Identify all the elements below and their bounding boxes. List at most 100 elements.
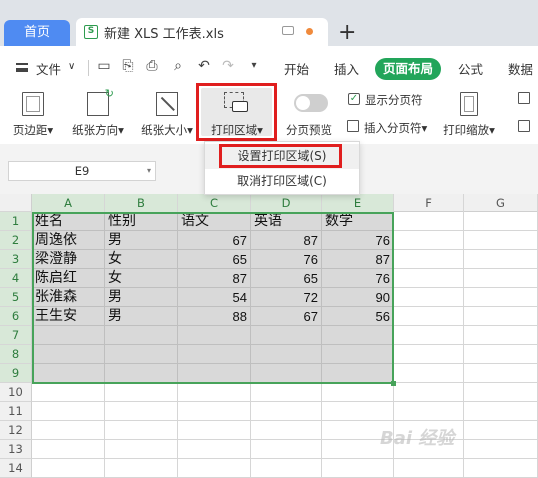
- select-all-corner[interactable]: [0, 194, 32, 212]
- cell-c3[interactable]: 65: [178, 250, 251, 269]
- cell-a5[interactable]: 张淮森: [32, 288, 105, 307]
- row-header-11[interactable]: 11: [0, 402, 32, 421]
- cell-b6[interactable]: 男: [105, 307, 178, 326]
- cell-d8[interactable]: [251, 345, 322, 364]
- cell-c9[interactable]: [178, 364, 251, 383]
- cell-e9[interactable]: [322, 364, 394, 383]
- cell-c7[interactable]: [178, 326, 251, 345]
- cell-c11[interactable]: [178, 402, 251, 421]
- tab-document[interactable]: S 新建 XLS 工作表.xls: [76, 18, 328, 46]
- cell-d6[interactable]: 67: [251, 307, 322, 326]
- cell-b12[interactable]: [105, 421, 178, 440]
- cell-e1[interactable]: 数学: [322, 212, 394, 231]
- cell-e6[interactable]: 56: [322, 307, 394, 326]
- cell-g7[interactable]: [464, 326, 538, 345]
- cell-f8[interactable]: [394, 345, 464, 364]
- chevron-down-icon[interactable]: ∨: [68, 61, 75, 72]
- cell-f6[interactable]: [394, 307, 464, 326]
- cell-g9[interactable]: [464, 364, 538, 383]
- cell-d5[interactable]: 72: [251, 288, 322, 307]
- print-scale-button[interactable]: 打印缩放▾: [442, 92, 496, 138]
- save-icon[interactable]: ▭: [96, 58, 112, 74]
- cell-a8[interactable]: [32, 345, 105, 364]
- more-icon[interactable]: ▾: [246, 58, 262, 74]
- cell-b7[interactable]: [105, 326, 178, 345]
- cell-d7[interactable]: [251, 326, 322, 345]
- page-break-preview-label[interactable]: 分页预览: [286, 122, 332, 138]
- cell-g2[interactable]: [464, 231, 538, 250]
- chevron-down-icon[interactable]: ▾: [147, 162, 151, 180]
- cell-a6[interactable]: 王生安: [32, 307, 105, 326]
- row-header-2[interactable]: 2: [0, 231, 32, 250]
- name-box[interactable]: E9 ▾: [8, 161, 156, 181]
- cell-c1[interactable]: 语文: [178, 212, 251, 231]
- cell-e10[interactable]: [322, 383, 394, 402]
- cell-e4[interactable]: 76: [322, 269, 394, 288]
- cell-e11[interactable]: [322, 402, 394, 421]
- orientation-button[interactable]: 纸张方向▾: [68, 87, 128, 138]
- cell-a4[interactable]: 陈启红: [32, 269, 105, 288]
- cell-b2[interactable]: 男: [105, 231, 178, 250]
- cell-a14[interactable]: [32, 459, 105, 478]
- paper-size-button[interactable]: 纸张大小▾: [137, 92, 197, 138]
- cancel-print-area-item[interactable]: 取消打印区域(C): [205, 169, 359, 194]
- cell-c13[interactable]: [178, 440, 251, 459]
- cell-d12[interactable]: [251, 421, 322, 440]
- cell-b11[interactable]: [105, 402, 178, 421]
- cell-g14[interactable]: [464, 459, 538, 478]
- cell-c6[interactable]: 88: [178, 307, 251, 326]
- cell-g8[interactable]: [464, 345, 538, 364]
- cell-b3[interactable]: 女: [105, 250, 178, 269]
- margins-button[interactable]: 页边距▾: [10, 92, 56, 138]
- redo-icon[interactable]: ↷: [220, 58, 236, 74]
- cell-d9[interactable]: [251, 364, 322, 383]
- cell-b13[interactable]: [105, 440, 178, 459]
- cell-e2[interactable]: 76: [322, 231, 394, 250]
- cell-a12[interactable]: [32, 421, 105, 440]
- cell-a1[interactable]: 姓名: [32, 212, 105, 231]
- cell-d10[interactable]: [251, 383, 322, 402]
- cell-f9[interactable]: [394, 364, 464, 383]
- cell-g5[interactable]: [464, 288, 538, 307]
- cell-f11[interactable]: [394, 402, 464, 421]
- menu-page-layout[interactable]: 页面布局: [375, 58, 441, 80]
- cell-f5[interactable]: [394, 288, 464, 307]
- row-header-14[interactable]: 14: [0, 459, 32, 478]
- row-header-8[interactable]: 8: [0, 345, 32, 364]
- export-icon[interactable]: ⎘: [120, 58, 136, 74]
- column-header-e[interactable]: E: [322, 194, 394, 212]
- tab-home[interactable]: 首页: [4, 20, 70, 46]
- menu-formula[interactable]: 公式: [458, 59, 483, 78]
- cell-f3[interactable]: [394, 250, 464, 269]
- row-header-7[interactable]: 7: [0, 326, 32, 345]
- cell-c14[interactable]: [178, 459, 251, 478]
- row-header-5[interactable]: 5: [0, 288, 32, 307]
- print-icon[interactable]: ⎙: [144, 58, 160, 74]
- cell-b9[interactable]: [105, 364, 178, 383]
- cell-g11[interactable]: [464, 402, 538, 421]
- cell-a3[interactable]: 梁澄静: [32, 250, 105, 269]
- cell-c5[interactable]: 54: [178, 288, 251, 307]
- menu-file[interactable]: 文件: [36, 59, 61, 78]
- fill-handle[interactable]: [391, 381, 396, 386]
- cell-d13[interactable]: [251, 440, 322, 459]
- cell-b5[interactable]: 男: [105, 288, 178, 307]
- column-header-g[interactable]: G: [464, 194, 538, 212]
- row-header-1[interactable]: 1: [0, 212, 32, 231]
- print-preview-icon[interactable]: ⌕: [170, 58, 186, 74]
- cell-f7[interactable]: [394, 326, 464, 345]
- cell-f10[interactable]: [394, 383, 464, 402]
- monitor-icon[interactable]: [282, 26, 294, 35]
- cell-f4[interactable]: [394, 269, 464, 288]
- cell-b1[interactable]: 性别: [105, 212, 178, 231]
- column-header-d[interactable]: D: [251, 194, 322, 212]
- cell-e3[interactable]: 87: [322, 250, 394, 269]
- cell-g4[interactable]: [464, 269, 538, 288]
- row-header-12[interactable]: 12: [0, 421, 32, 440]
- cell-a7[interactable]: [32, 326, 105, 345]
- print-options-icon[interactable]: [518, 120, 530, 132]
- cell-a11[interactable]: [32, 402, 105, 421]
- cell-d4[interactable]: 65: [251, 269, 322, 288]
- cell-b4[interactable]: 女: [105, 269, 178, 288]
- column-header-f[interactable]: F: [394, 194, 464, 212]
